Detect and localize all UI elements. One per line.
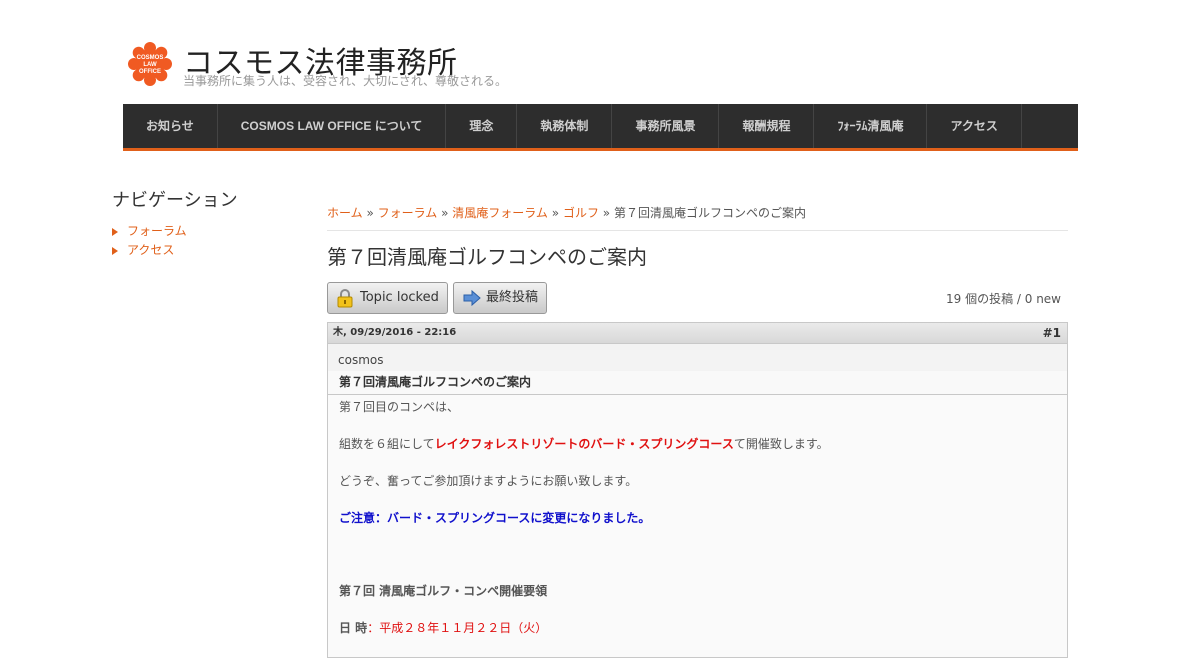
date-line: 日 時：平成２８年１１月２２日（火） bbox=[339, 620, 1056, 636]
breadcrumb: ホーム » フォーラム » 清風庵フォーラム » ゴルフ » 第７回清風庵ゴルフ… bbox=[327, 200, 1068, 231]
sidebar: ナビゲーション フォーラム アクセス bbox=[112, 186, 312, 260]
sidebar-list: フォーラム アクセス bbox=[112, 222, 312, 260]
notice-text: ご注意：バード・スプリングコースに変更になりました。 bbox=[339, 511, 651, 525]
sidebar-heading: ナビゲーション bbox=[112, 190, 238, 211]
date-separator: ： bbox=[367, 621, 380, 635]
post-author[interactable]: cosmos bbox=[328, 344, 1067, 371]
logo-text-line: OFFICE bbox=[139, 69, 161, 75]
body-line: どうぞ、奮ってご参加頂けますようにお願い致します。 bbox=[339, 474, 638, 488]
nav-item-fees[interactable]: 報酬規程 bbox=[719, 104, 815, 148]
date-label: 日 時 bbox=[339, 621, 368, 635]
nav-item-philosophy[interactable]: 理念 bbox=[446, 104, 518, 148]
breadcrumb-separator: » bbox=[441, 206, 449, 220]
site-header: COSMOS LAW OFFICE コスモス法律事務所 当事務所に集う人は、受容… bbox=[128, 38, 828, 98]
last-post-label: 最終投稿 bbox=[486, 290, 539, 305]
breadcrumb-separator: » bbox=[551, 206, 560, 220]
page-title: 第７回清風庵ゴルフコンペのご案内 bbox=[327, 245, 647, 269]
arrow-right-icon bbox=[462, 288, 482, 320]
body-line: 第７回目のコンペは、 bbox=[339, 400, 460, 414]
triangle-bullet-icon bbox=[112, 247, 118, 255]
date-value: 平成２８年１１月２２日（火） bbox=[379, 621, 548, 635]
venue-highlight: レイクフォレストリゾートのバード・スプリングコース bbox=[434, 437, 734, 451]
nav-item-news[interactable]: お知らせ bbox=[123, 104, 218, 148]
last-post-button[interactable]: 最終投稿 bbox=[453, 282, 548, 314]
sidebar-item-access: アクセス bbox=[112, 241, 312, 260]
nav-item-staff[interactable]: 執務体制 bbox=[517, 104, 613, 148]
forum-post: 木, 09/29/2016 - 22:16 #1 cosmos 第７回清風庵ゴル… bbox=[327, 322, 1068, 658]
body-text: 組数を６組にして bbox=[339, 437, 435, 451]
main-content: ホーム » フォーラム » 清風庵フォーラム » ゴルフ » 第７回清風庵ゴルフ… bbox=[327, 200, 1068, 658]
breadcrumb-forum[interactable]: フォーラム bbox=[378, 206, 438, 220]
cosmos-flower-logo[interactable]: COSMOS LAW OFFICE bbox=[128, 42, 172, 86]
topic-actions: Topic locked 最終投稿 19 個の投稿 / 0 new bbox=[327, 282, 1068, 314]
nav-item-access[interactable]: アクセス bbox=[927, 104, 1022, 148]
logo-text-line: LAW bbox=[143, 62, 157, 68]
triangle-bullet-icon bbox=[112, 228, 118, 236]
sidebar-link-access[interactable]: アクセス bbox=[127, 243, 174, 257]
nav-item-office-scenes[interactable]: 事務所風景 bbox=[612, 104, 720, 148]
breadcrumb-golf[interactable]: ゴルフ bbox=[563, 206, 599, 220]
post-count: 19 個の投稿 / 0 new bbox=[945, 292, 1061, 306]
breadcrumb-separator: » bbox=[602, 206, 611, 220]
outline-title: 第７回 清風庵ゴルフ・コンペ開催要領 bbox=[339, 584, 548, 598]
breadcrumb-current: 第７回清風庵ゴルフコンペのご案内 bbox=[613, 206, 806, 220]
topic-locked-button[interactable]: Topic locked bbox=[327, 282, 448, 314]
post-subject: 第７回清風庵ゴルフコンペのご案内 bbox=[328, 371, 1067, 395]
post-body: 第７回目のコンペは、 組数を６組にしてレイクフォレストリゾートのバード・スプリン… bbox=[328, 395, 1067, 636]
body-line: 組数を６組にしてレイクフォレストリゾートのバード・スプリングコースて開催致します… bbox=[339, 436, 1056, 452]
topic-locked-label: Topic locked bbox=[360, 290, 439, 305]
sidebar-link-forum[interactable]: フォーラム bbox=[127, 224, 187, 238]
breadcrumb-home[interactable]: ホーム bbox=[327, 206, 363, 220]
padlock-icon bbox=[336, 288, 354, 320]
logo-text-line: COSMOS bbox=[137, 55, 164, 61]
sidebar-item-forum: フォーラム bbox=[112, 222, 312, 241]
post-header: 木, 09/29/2016 - 22:16 #1 bbox=[328, 323, 1067, 344]
breadcrumb-separator: » bbox=[366, 206, 374, 220]
post-permalink[interactable]: #1 bbox=[1043, 323, 1061, 343]
site-slogan: 当事務所に集う人は、受容され、大切にされ、尊敬される。 bbox=[183, 74, 508, 88]
post-date: 木, 09/29/2016 - 22:16 bbox=[333, 327, 457, 338]
nav-item-forum[interactable]: ﾌｫｰﾗﾑ清風庵 bbox=[814, 104, 928, 148]
breadcrumb-seifuan-forum[interactable]: 清風庵フォーラム bbox=[452, 206, 548, 220]
nav-item-about[interactable]: COSMOS LAW OFFICE について bbox=[218, 104, 447, 148]
main-nav: お知らせ COSMOS LAW OFFICE について 理念 執務体制 事務所風… bbox=[123, 104, 1078, 151]
body-text: て開催致します。 bbox=[733, 437, 829, 451]
